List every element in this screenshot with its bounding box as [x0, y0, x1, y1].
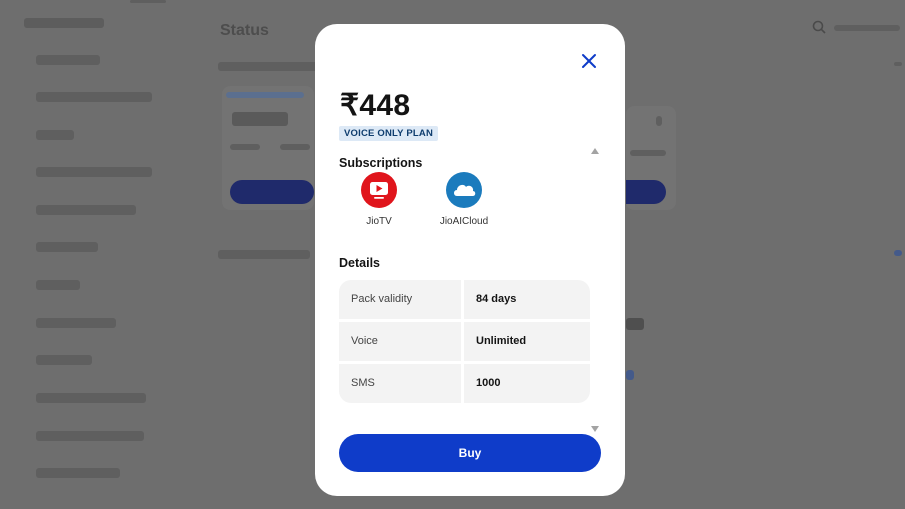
jioaicloud-icon [446, 172, 482, 208]
details-row: Pack validity 84 days [339, 280, 590, 319]
background-card-chevron [656, 116, 662, 126]
background-search [812, 20, 902, 38]
buy-button[interactable]: Buy [339, 434, 601, 472]
background-text-fragment [626, 318, 644, 330]
plan-type-badge: VOICE ONLY PLAN [339, 126, 439, 141]
subscription-jiotv[interactable]: JioTV [339, 172, 419, 227]
background-sidebar-item [36, 393, 146, 403]
details-table: Pack validity 84 days Voice Unlimited SM… [339, 280, 590, 406]
background-subheading-2 [218, 250, 310, 259]
background-buy-button-right [626, 180, 666, 204]
scroll-up-arrow-icon[interactable] [591, 148, 599, 154]
details-value: 84 days [464, 280, 590, 319]
background-link-fragment [626, 370, 634, 380]
background-sidebar-item [36, 242, 98, 252]
details-key: SMS [339, 364, 461, 403]
subscription-label: JioTV [366, 216, 392, 227]
subscriptions-heading: Subscriptions [339, 156, 423, 170]
background-sidebar-item [36, 468, 120, 478]
background-sidebar-item [36, 355, 92, 365]
background-sidebar-item [36, 167, 152, 177]
background-sidebar-item [36, 205, 136, 215]
background-card-text [630, 150, 666, 156]
plan-price: ₹448 [340, 89, 411, 122]
background-sidebar-item [36, 92, 152, 102]
details-key: Voice [339, 322, 461, 361]
background-category-heading [24, 18, 104, 28]
details-heading: Details [339, 256, 380, 270]
background-divider [130, 0, 166, 3]
background-sidebar-item [36, 431, 144, 441]
cloud-icon [454, 184, 476, 196]
background-chevron [894, 62, 902, 66]
modal-scroll-content[interactable]: Subscriptions JioTV JioAICloud Details P… [339, 146, 601, 432]
background-sidebar [0, 0, 190, 509]
details-value: 1000 [464, 364, 590, 403]
details-row: SMS 1000 [339, 364, 590, 403]
close-icon [582, 54, 596, 68]
subscription-jioaicloud[interactable]: JioAICloud [424, 172, 504, 227]
background-buy-button [230, 180, 314, 204]
background-chevron-2 [894, 250, 902, 256]
background-sidebar-item [36, 280, 80, 290]
background-sidebar-item [36, 318, 116, 328]
jiotv-icon [361, 172, 397, 208]
tv-play-icon [370, 182, 388, 199]
background-sidebar-item [36, 55, 100, 65]
close-button[interactable] [578, 50, 600, 72]
background-subheading [218, 62, 318, 71]
background-sidebar-item [36, 130, 74, 140]
background-search-icon [812, 20, 826, 34]
subscription-label: JioAICloud [439, 216, 489, 227]
background-title: Status [220, 22, 269, 39]
modal-scrollbar[interactable] [589, 146, 601, 434]
scroll-down-arrow-icon[interactable] [591, 426, 599, 432]
details-value: Unlimited [464, 322, 590, 361]
details-row: Voice Unlimited [339, 322, 590, 361]
details-key: Pack validity [339, 280, 461, 319]
